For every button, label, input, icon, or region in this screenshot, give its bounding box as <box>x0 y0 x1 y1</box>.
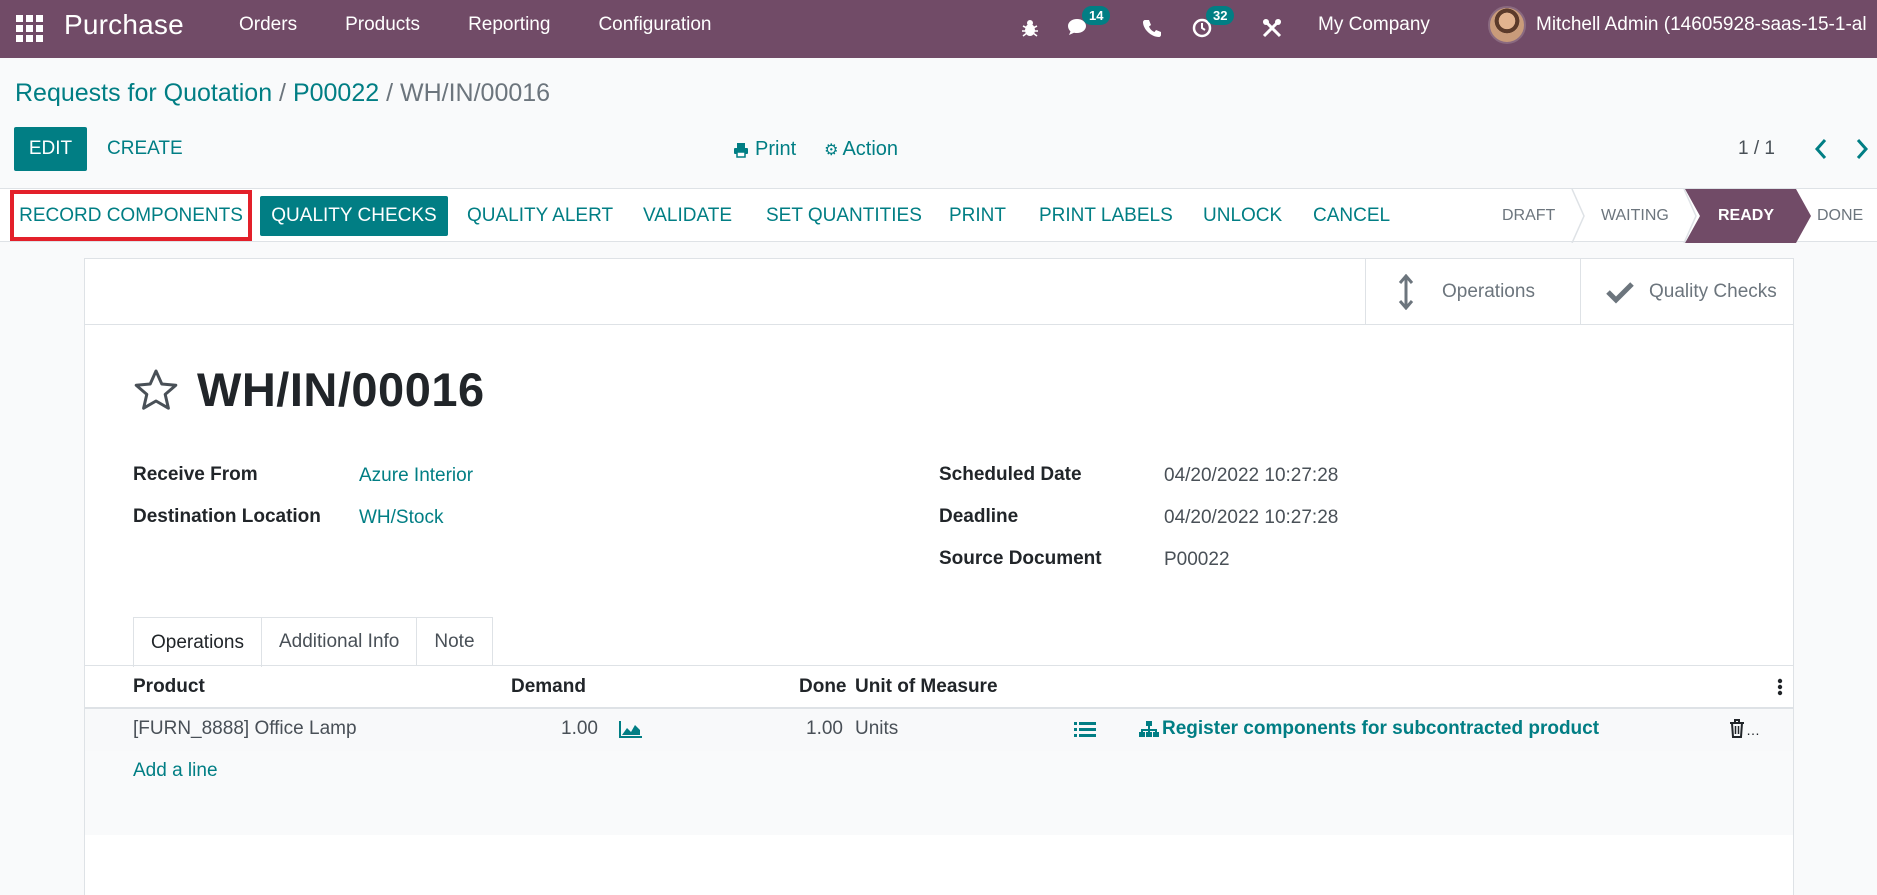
record-name: WH/IN/00016 <box>197 363 485 416</box>
set-quantities-button[interactable]: SET QUANTITIES <box>766 189 922 243</box>
empty-row <box>85 793 1793 835</box>
chat-badge: 14 <box>1082 6 1111 25</box>
row-demand[interactable]: 1.00 <box>561 718 598 740</box>
notebook-tabs: Operations Additional Info Note <box>133 617 493 667</box>
form-statusbar: RECORD COMPONENTS QUALITY CHECKS QUALITY… <box>0 188 1877 243</box>
stage-done[interactable]: DONE <box>1817 189 1863 243</box>
quality-checks-label: Quality Checks <box>1649 281 1777 302</box>
column-done[interactable]: Done <box>799 676 847 698</box>
printer-icon <box>734 142 748 158</box>
add-line-row <box>85 751 1793 793</box>
row-uom[interactable]: Units <box>855 718 898 740</box>
phone-icon[interactable] <box>1138 14 1166 42</box>
quality-checks-smart-button[interactable]: Quality Checks <box>1580 259 1793 325</box>
star-icon[interactable] <box>133 368 179 412</box>
print-menu[interactable]: Print <box>733 138 796 161</box>
print-labels-button[interactable]: PRINT LABELS <box>1039 189 1173 243</box>
source-document-label: Source Document <box>939 548 1102 569</box>
register-components-link[interactable]: Register components for subcontracted pr… <box>1139 718 1599 740</box>
print-button[interactable]: PRINT <box>949 189 1006 243</box>
edit-button[interactable]: EDIT <box>14 127 87 171</box>
menu-orders[interactable]: Orders <box>239 14 297 36</box>
gear-icon: ⚙ <box>824 141 839 159</box>
optional-columns-icon[interactable] <box>1777 677 1783 702</box>
sitemap-icon <box>1139 721 1159 737</box>
row-done[interactable]: 1.00 <box>806 718 843 740</box>
scheduled-date-label: Scheduled Date <box>939 464 1082 485</box>
record-components-button[interactable]: RECORD COMPONENTS <box>10 190 252 241</box>
chevron-right-icon[interactable] <box>1855 137 1869 168</box>
chevron-left-icon[interactable] <box>1814 137 1828 168</box>
deadline-value: 04/20/2022 10:27:28 <box>1164 507 1339 528</box>
smart-button-box: Operations Quality Checks <box>85 259 1793 325</box>
deadline-label: Deadline <box>939 506 1019 527</box>
main-menu: Orders Products Reporting Configuration <box>239 14 759 36</box>
tab-divider <box>85 665 1793 666</box>
operations-smart-button[interactable]: Operations <box>1365 259 1580 325</box>
breadcrumb-po[interactable]: P00022 <box>293 79 379 107</box>
create-button[interactable]: CREATE <box>107 138 183 160</box>
trash-icon[interactable]: … <box>1729 719 1760 738</box>
receive-from-label: Receive From <box>133 464 258 485</box>
stage-ready[interactable]: READY <box>1718 189 1774 243</box>
unlock-button[interactable]: UNLOCK <box>1203 189 1282 243</box>
app-title[interactable]: Purchase <box>64 9 184 41</box>
top-navbar: Purchase Orders Products Reporting Confi… <box>0 0 1877 58</box>
column-uom[interactable]: Unit of Measure <box>855 676 998 698</box>
action-menus: Print ⚙ Action <box>733 138 898 161</box>
tab-operations[interactable]: Operations <box>133 617 262 667</box>
detailed-operations-icon[interactable] <box>1074 721 1096 744</box>
row-product[interactable]: [FURN_8888] Office Lamp <box>133 718 357 740</box>
column-demand[interactable]: Demand <box>511 676 586 698</box>
register-components-label: Register components for subcontracted pr… <box>1162 718 1600 739</box>
tools-icon[interactable] <box>1258 14 1286 42</box>
vertical-arrows-icon <box>1398 274 1414 310</box>
check-icon <box>1606 282 1634 304</box>
cancel-button[interactable]: CANCEL <box>1313 189 1390 243</box>
breadcrumb-rfq[interactable]: Requests for Quotation <box>15 79 272 107</box>
menu-configuration[interactable]: Configuration <box>598 14 711 36</box>
user-avatar[interactable] <box>1488 6 1526 44</box>
apps-menu-icon[interactable] <box>14 13 43 42</box>
activity-badge: 32 <box>1206 6 1235 25</box>
validate-button[interactable]: VALIDATE <box>643 189 732 243</box>
destination-label: Destination Location <box>133 506 321 527</box>
menu-reporting[interactable]: Reporting <box>468 14 550 36</box>
receive-from-value[interactable]: Azure Interior <box>359 465 473 487</box>
scheduled-date-value: 04/20/2022 10:27:28 <box>1164 465 1339 486</box>
destination-value[interactable]: WH/Stock <box>359 507 443 529</box>
action-label: Action <box>842 138 899 160</box>
company-switcher[interactable]: My Company <box>1318 14 1430 36</box>
tab-note[interactable]: Note <box>416 617 493 666</box>
form-sheet: Operations Quality Checks WH/IN/00016 Re… <box>84 258 1794 895</box>
breadcrumb-separator: / <box>386 79 394 107</box>
stage-waiting[interactable]: WAITING <box>1601 189 1669 243</box>
quality-checks-button[interactable]: QUALITY CHECKS <box>260 196 448 236</box>
tab-additional-info[interactable]: Additional Info <box>260 617 418 666</box>
forecast-chart-icon[interactable] <box>619 720 643 743</box>
column-product[interactable]: Product <box>133 676 205 698</box>
pager-value[interactable]: 1 / 1 <box>1738 138 1775 160</box>
operations-label: Operations <box>1442 281 1535 302</box>
quality-alert-button[interactable]: QUALITY ALERT <box>467 189 613 243</box>
breadcrumb-separator: / <box>279 79 286 107</box>
source-document-value: P00022 <box>1164 549 1230 570</box>
action-menu[interactable]: ⚙ Action <box>824 138 898 161</box>
breadcrumb: Requests for Quotation / P00022 / WH/IN/… <box>15 79 550 108</box>
print-label: Print <box>755 138 797 160</box>
add-a-line-link[interactable]: Add a line <box>133 760 218 782</box>
menu-products[interactable]: Products <box>345 14 420 36</box>
record-title-row: WH/IN/00016 <box>133 362 485 417</box>
stage-draft[interactable]: DRAFT <box>1502 189 1555 243</box>
breadcrumb-current: WH/IN/00016 <box>400 79 551 107</box>
bug-icon[interactable] <box>1016 14 1044 42</box>
user-menu[interactable]: Mitchell Admin (14605928-saas-15-1-al <box>1536 14 1867 36</box>
